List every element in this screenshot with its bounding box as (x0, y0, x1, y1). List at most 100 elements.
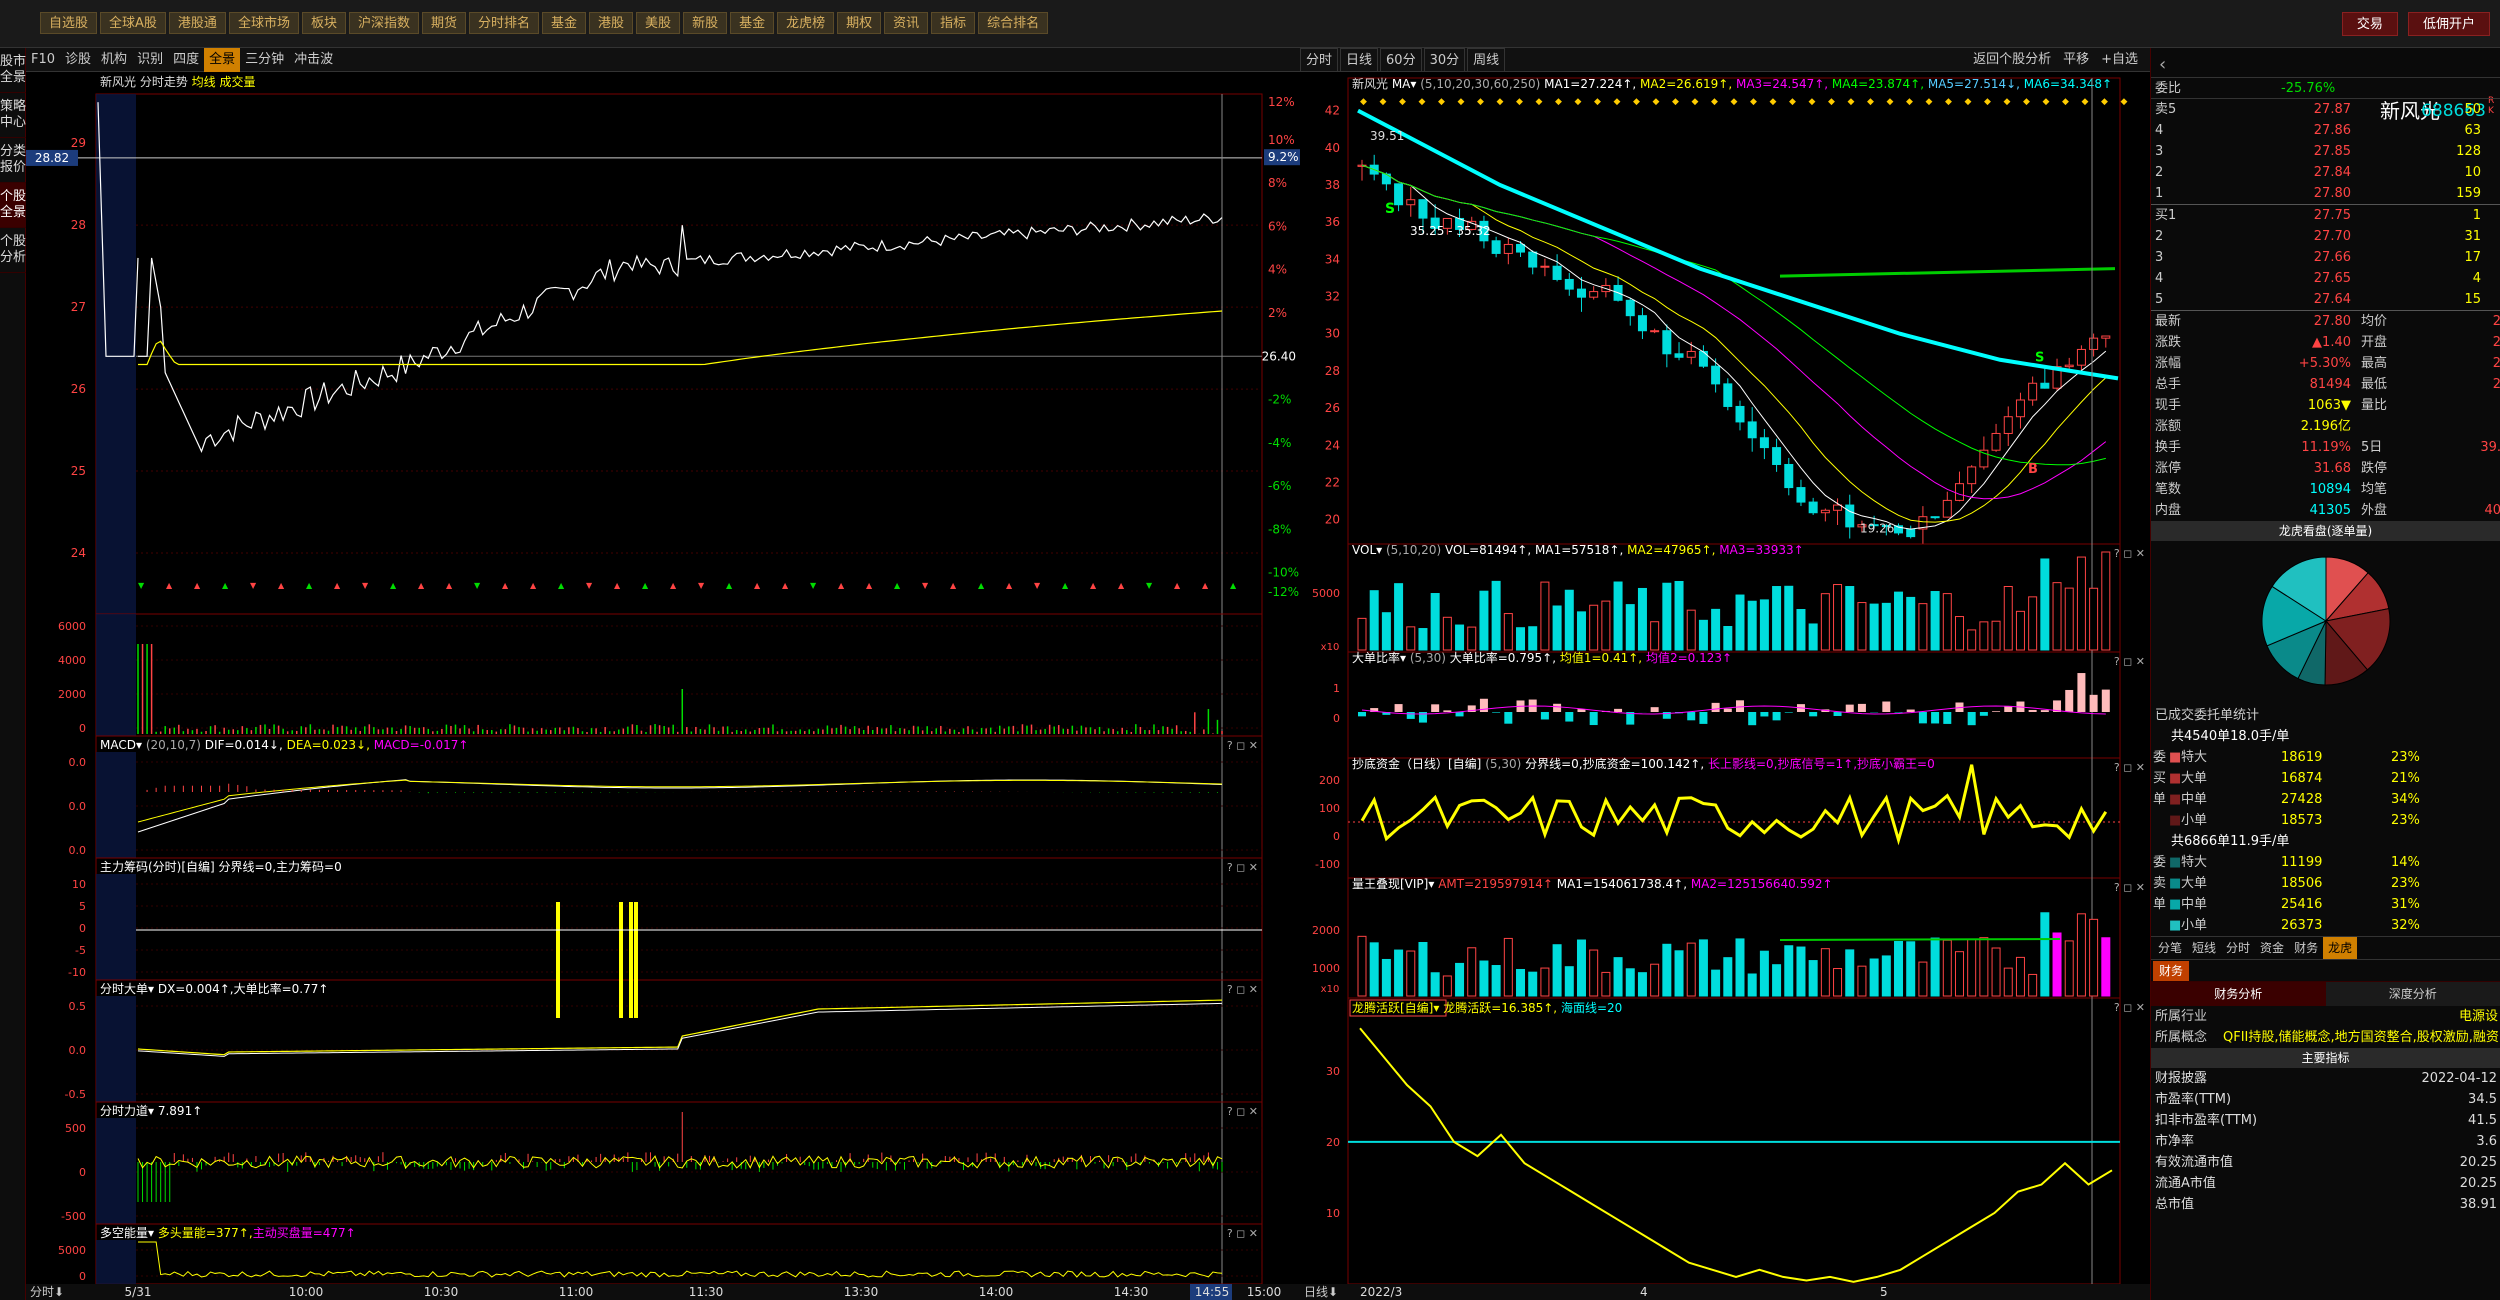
quote-cell: 扣非市盈率(TTM) (2155, 1113, 2258, 1128)
top-menu-item[interactable]: 分时排名 (469, 12, 540, 34)
svg-text:◆: ◆ (1594, 97, 1601, 107)
fin-analysis-tab[interactable]: 财务分析 (2151, 982, 2326, 1006)
time-tick: 14:00 (979, 1285, 1014, 1299)
panel-label: 分时大单▾ (100, 982, 158, 996)
svg-text:新风光 MA▾ (5,10,20,30,60,250) M: 新风光 MA▾ (5,10,20,30,60,250) MA1=27.224↑,… (1352, 76, 2112, 91)
panel-close-icon[interactable]: ? ◻ ✕ (2114, 1001, 2145, 1014)
top-menu-item[interactable]: 自选股 (40, 12, 98, 34)
top-menu-item[interactable]: 龙虎榜 (777, 12, 835, 34)
quote-cell: 159 (2456, 186, 2481, 201)
kline-action-button[interactable]: 平移 (2057, 48, 2095, 72)
quote-cell: 量比 (2361, 398, 2388, 413)
panel-close-icon[interactable]: ? ◻ ✕ (1227, 983, 1258, 996)
fin-tab[interactable]: 财务 (2153, 961, 2190, 981)
svg-text:◆: ◆ (1809, 97, 1816, 107)
quote-cell: 23% (2391, 876, 2420, 891)
panel-close-icon[interactable]: ? ◻ ✕ (1227, 1227, 1258, 1240)
quote-cell: 5日 (2361, 440, 2383, 455)
period-button[interactable]: 60分 (1380, 48, 1422, 74)
date-tick: 5 (1880, 1285, 1888, 1299)
quote-cell: 20.25 (2459, 1176, 2497, 1191)
panel-close-icon[interactable]: ? ◻ ✕ (1227, 739, 1258, 752)
deep-analysis-tab[interactable]: 深度分析 (2325, 982, 2500, 1006)
top-menu-item[interactable]: 港股通 (168, 12, 226, 34)
sub-y-tick: -0.5 (65, 1088, 86, 1101)
intraday-tool-2[interactable]: 机构 (96, 48, 132, 72)
quote-cell: 27428 (2281, 792, 2323, 807)
period-button[interactable]: 30分 (1423, 48, 1466, 74)
intraday-tool-5[interactable]: 全景 (204, 48, 241, 72)
right-tab[interactable]: 财务 (2289, 937, 2323, 959)
top-menu-item[interactable]: 新股 (683, 12, 728, 34)
right-tab[interactable]: 分时 (2221, 937, 2255, 959)
panel-close-icon[interactable]: ? ◻ ✕ (2114, 761, 2145, 774)
top-menu-item[interactable]: 基金 (542, 12, 587, 34)
period-button[interactable]: 分时 (1300, 48, 1339, 74)
candle (2064, 364, 2074, 368)
right-tab[interactable]: 资金 (2255, 937, 2289, 959)
top-menu-item[interactable]: 基金 (730, 12, 775, 34)
top-menu-item[interactable]: 指标 (931, 12, 976, 34)
panel-close-icon[interactable]: ? ◻ ✕ (2114, 881, 2145, 894)
quote-cell: 涨停 (2155, 461, 2182, 476)
panel-close-icon[interactable]: ? ◻ ✕ (2114, 655, 2145, 668)
period-button[interactable]: 周线 (1467, 48, 1506, 74)
top-menu-item[interactable]: 期权 (837, 12, 882, 34)
intraday-tool-1[interactable]: 诊股 (60, 48, 96, 72)
svg-text:◆: ◆ (1614, 97, 1621, 107)
svg-text:0: 0 (1333, 830, 1340, 843)
intraday-tool-7[interactable]: 冲击波 (289, 48, 338, 72)
svg-text:◆: ◆ (1828, 97, 1835, 107)
sidebar-item[interactable]: 策略中心 (0, 93, 26, 138)
intraday-tool-6[interactable]: 三分钟 (240, 48, 289, 72)
signal-marker: ▲ (306, 581, 313, 590)
right-tab[interactable]: 短线 (2187, 937, 2221, 959)
panel-label: (5,30) (1485, 757, 1525, 771)
right-tab[interactable]: 龙虎 (2323, 937, 2358, 959)
open-account-button[interactable]: 低佣开户 (2407, 12, 2490, 36)
intraday-tool-3[interactable]: 识别 (132, 48, 168, 72)
intraday-chart-area[interactable]: 新风光 分时走势 均线 成交量 29 28 27 26 25 24 28.82 26.40 12%… (26, 72, 1300, 1300)
panel-label: 均线 成交量 (192, 74, 256, 89)
time-tick: 13:30 (844, 1285, 879, 1299)
top-menu-item[interactable]: 综合排名 (978, 12, 1049, 34)
candle (1759, 437, 1769, 449)
top-menu-item[interactable]: 资讯 (884, 12, 929, 34)
top-menu-item[interactable]: 板块 (301, 12, 346, 34)
intraday-tool-4[interactable]: 四度 (168, 48, 204, 72)
sidebar-item[interactable]: 分类报价 (0, 138, 26, 183)
period-button[interactable]: 日线 (1340, 48, 1379, 74)
panel-close-icon[interactable]: ? ◻ ✕ (1227, 1105, 1258, 1118)
sidebar-item[interactable]: 股市全景 (0, 48, 26, 93)
kline-y-tick: 22 (1325, 475, 1340, 489)
top-menu-item[interactable]: 沪深指数 (348, 12, 419, 34)
kline-chart-area[interactable]: 新风光 MA▾ (5,10,20,30,60,250) MA1=27.224↑,… (1300, 72, 2150, 1300)
top-menu-item[interactable]: 期货 (421, 12, 466, 34)
quote-cell: 最高 (2361, 356, 2388, 371)
kline-action-button[interactable]: 返回个股分析 (1967, 48, 2057, 72)
top-menu-item[interactable]: 美股 (636, 12, 681, 34)
kline-mode[interactable]: 日线⬇ (1304, 1285, 1338, 1299)
panel-label: MA▾ (1392, 77, 1420, 91)
svg-text:◆: ◆ (1984, 97, 1991, 107)
kline-action-button[interactable]: +自选 (2095, 48, 2144, 72)
panel-close-icon[interactable]: ? ◻ ✕ (1227, 861, 1258, 874)
y-tick: 24 (71, 546, 86, 560)
sidebar-item[interactable]: 个股全景 (0, 183, 26, 228)
panel-close-icon[interactable]: ? ◻ ✕ (2114, 547, 2145, 560)
quote-cell: 有效流通市值 (2155, 1155, 2234, 1170)
sidebar-item[interactable]: 个股分析 (0, 228, 26, 273)
trading-terminal: { "topbar":{"items":["自选股","全球A股","港股通",… (0, 0, 2500, 1300)
signal-marker: ▲ (390, 581, 397, 590)
time-mode[interactable]: 分时⬇ (30, 1285, 64, 1299)
top-menu-item[interactable]: 港股 (589, 12, 634, 34)
quote-row: 买 ■ 大单 16874 21% (2151, 768, 2500, 789)
top-menu-item[interactable]: 全球A股 (100, 12, 166, 34)
back-icon[interactable]: ‹ (2159, 54, 2166, 75)
intraday-tool-0[interactable]: F10 (26, 48, 60, 72)
svg-text:◆: ◆ (1497, 97, 1504, 107)
trade-button[interactable]: 交易 (2341, 12, 2398, 36)
top-menu-item[interactable]: 全球市场 (228, 12, 299, 34)
right-tab[interactable]: 分笔 (2153, 937, 2187, 959)
signal-marker: ▲ (278, 581, 285, 590)
